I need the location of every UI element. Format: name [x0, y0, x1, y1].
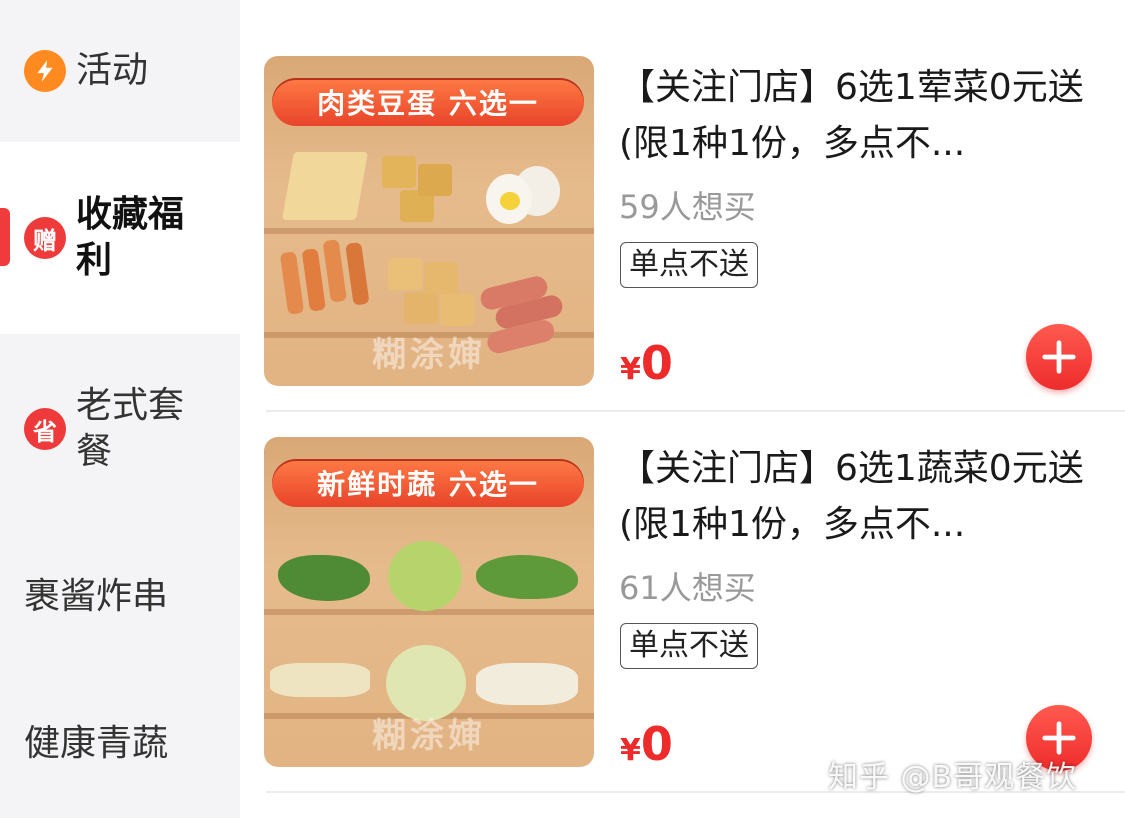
sidebar-item-label: 活动 — [76, 50, 149, 91]
sidebar-item-activity[interactable]: 活动 — [0, 0, 240, 142]
lightning-icon — [24, 50, 66, 92]
plus-icon — [1042, 340, 1076, 374]
product-image[interactable]: 新鲜时蔬 六选一 糊涂婶 — [264, 437, 594, 767]
egg-yolk — [500, 192, 520, 210]
want-count: 59人想买 — [619, 188, 756, 226]
zhihu-watermark: 知乎 @B哥观餐饮 — [828, 760, 1078, 795]
category-sidebar: 活动 赠 收藏福利 省 老式套餐 裹酱炸串 健康青蔬 — [0, 0, 240, 818]
price-value: 0 — [640, 717, 673, 771]
lettuce-item — [476, 555, 578, 599]
price: ¥0 — [620, 717, 673, 771]
crab-stick-item — [279, 251, 305, 315]
product-image[interactable]: 肉类豆蛋 六选一 糊涂婶 — [264, 56, 594, 386]
image-watermark: 糊涂婶 — [372, 335, 486, 375]
product-title[interactable]: 【关注门店】6选1荤菜0元送(限1种1份，多点不... — [619, 60, 1099, 172]
sidebar-item-label: 收藏福利 — [76, 194, 185, 281]
bok-choy-item — [278, 555, 370, 601]
sidebar-item-classic-set[interactable]: 省 老式套餐 — [0, 334, 240, 524]
product-title[interactable]: 【关注门店】6选1蔬菜0元送(限1种1份，多点不... — [619, 441, 1099, 553]
cabbage-item — [388, 541, 462, 611]
product-card[interactable]: 肉类豆蛋 六选一 糊涂婶 【关注门店】6选1荤菜0元送(限1种1份，多点不...… — [264, 56, 1125, 410]
no-single-delivery-tag: 单点不送 — [620, 623, 758, 669]
image-banner: 肉类豆蛋 六选一 — [272, 78, 584, 126]
fish-tofu-item — [388, 258, 422, 290]
sausage-item — [478, 274, 550, 312]
price-value: 0 — [640, 336, 673, 390]
no-single-delivery-tag: 单点不送 — [620, 242, 758, 288]
sidebar-item-sauce-skewers[interactable]: 裹酱炸串 — [0, 524, 240, 670]
price: ¥0 — [620, 336, 673, 390]
product-card[interactable]: 新鲜时蔬 六选一 糊涂婶 【关注门店】6选1蔬菜0元送(限1种1份，多点不...… — [264, 437, 1125, 791]
add-to-cart-button[interactable] — [1026, 324, 1092, 390]
currency-symbol: ¥ — [620, 733, 641, 768]
tofu-skin-item — [282, 152, 368, 220]
sidebar-item-label: 裹酱炸串 — [24, 576, 169, 617]
save-badge: 省 — [24, 408, 66, 450]
sidebar-item-label: 老式套餐 — [76, 385, 185, 472]
enoki-item — [476, 663, 578, 705]
image-banner: 新鲜时蔬 六选一 — [272, 459, 584, 507]
sidebar-item-label: 健康青蔬 — [24, 723, 169, 764]
bean-sprout-item — [270, 663, 370, 697]
divider — [266, 410, 1125, 412]
sidebar-item-greens[interactable]: 健康青蔬 — [0, 670, 240, 818]
currency-symbol: ¥ — [620, 352, 641, 387]
fried-tofu-item — [382, 156, 416, 188]
selected-indicator — [0, 208, 10, 266]
image-watermark: 糊涂婶 — [372, 716, 486, 756]
want-count: 61人想买 — [619, 569, 756, 607]
sidebar-item-favorites[interactable]: 赠 收藏福利 — [0, 142, 240, 334]
gift-badge: 赠 — [24, 217, 66, 259]
